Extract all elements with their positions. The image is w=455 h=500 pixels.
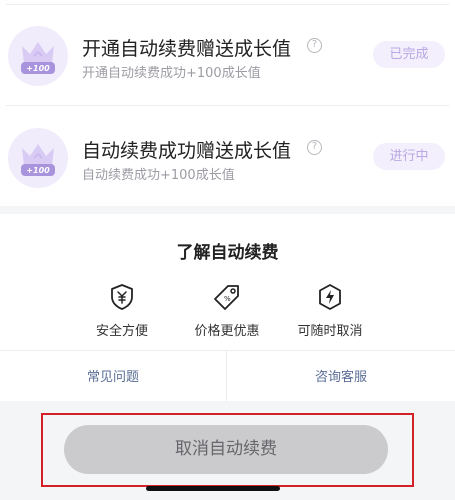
feature-secure: 安全方便 (62, 282, 182, 342)
auto-renewal-info-card: 了解自动续费 安全方便 % 价格更优惠 可随时取消 常见问题 咨询客服 (0, 214, 455, 401)
cancel-auto-renewal-button[interactable]: 取消自动续费 (64, 425, 388, 474)
task-row-open-auto-renewal: +100 开通自动续费赠送成长值 ? 开通自动续费成功+100成长值 已完成 (0, 4, 455, 104)
feature-discount: % 价格更优惠 (167, 282, 287, 342)
help-icon[interactable]: ? (307, 38, 322, 53)
svg-text:%: % (224, 295, 231, 303)
customer-service-link[interactable]: 咨询客服 (228, 366, 454, 385)
divider (0, 350, 455, 351)
crown-badge-icon: +100 (8, 128, 68, 188)
feature-label: 安全方便 (95, 324, 148, 339)
lightning-hexagon-icon (319, 284, 341, 310)
feature-label: 价格更优惠 (194, 324, 260, 339)
bonus-badge-text: +100 (26, 64, 50, 73)
task-description: 自动续费成功+100成长值 (82, 168, 235, 183)
status-badge-completed: 已完成 (373, 41, 445, 68)
shield-yuan-icon (111, 284, 133, 310)
task-description: 开通自动续费成功+100成长值 (82, 66, 261, 81)
auto-renewal-page: +100 开通自动续费赠送成长值 ? 开通自动续费成功+100成长值 已完成 +… (0, 0, 455, 500)
feature-cancel-anytime: 可随时取消 (270, 282, 390, 342)
help-icon[interactable]: ? (307, 140, 322, 155)
task-title: 开通自动续费赠送成长值 (82, 38, 292, 60)
task-title: 自动续费成功赠送成长值 (82, 140, 292, 162)
divider (226, 351, 227, 401)
bonus-badge-text: +100 (26, 166, 50, 175)
feature-label: 可随时取消 (297, 324, 363, 339)
growth-task-card: +100 开通自动续费赠送成长值 ? 开通自动续费成功+100成长值 已完成 +… (0, 0, 455, 206)
home-indicator (146, 486, 280, 491)
faq-link[interactable]: 常见问题 (0, 366, 226, 385)
status-badge-in-progress: 进行中 (373, 143, 445, 170)
crown-badge-icon: +100 (8, 26, 68, 86)
price-tag-icon: % (214, 285, 239, 310)
section-title: 了解自动续费 (176, 243, 279, 263)
task-row-renewal-success: +100 自动续费成功赠送成长值 ? 自动续费成功+100成长值 进行中 (0, 106, 455, 206)
